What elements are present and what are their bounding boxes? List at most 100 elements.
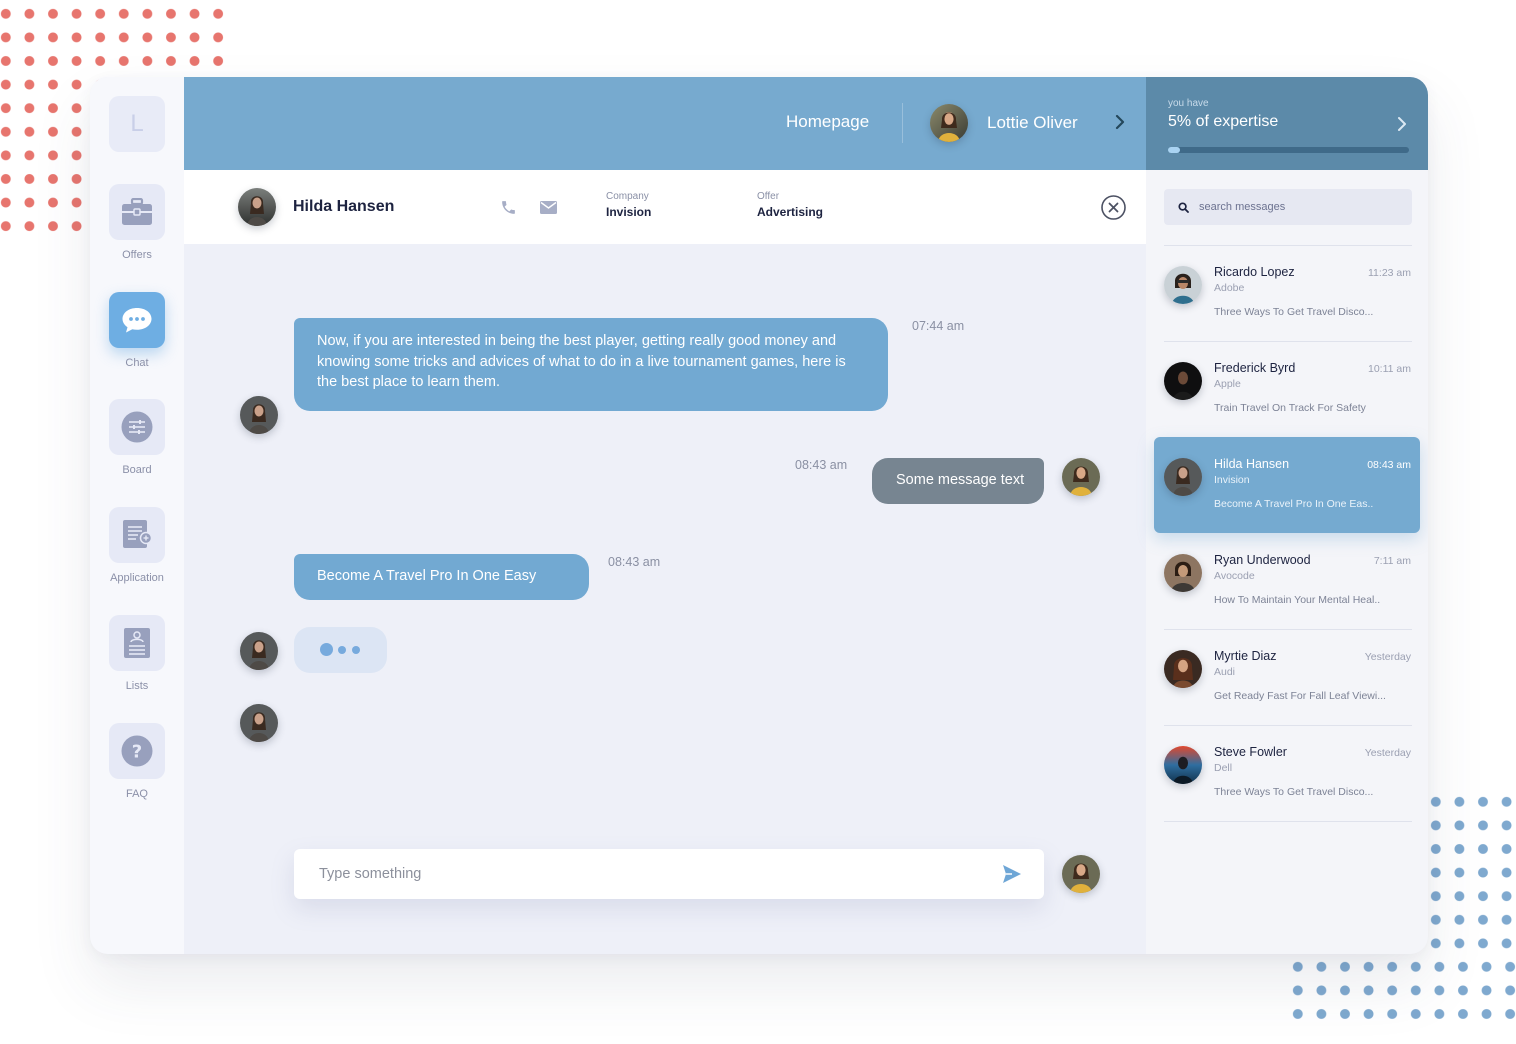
- top-bar-divider: [902, 103, 903, 143]
- document-add-icon: [123, 520, 153, 548]
- conversation-preview: Become A Travel Pro In One Eas..: [1214, 498, 1374, 510]
- current-user[interactable]: Lottie Oliver: [930, 104, 1078, 142]
- current-user-name: Lottie Oliver: [987, 113, 1078, 132]
- sliders-icon: [121, 411, 153, 443]
- conversation-item[interactable]: Ricardo Lopez Adobe Three Ways To Get Tr…: [1154, 245, 1420, 341]
- chevron-right-icon[interactable]: [1396, 115, 1408, 133]
- conversation-name: Myrtie Diaz: [1214, 649, 1277, 663]
- svg-text:?: ?: [132, 742, 142, 763]
- conversation-name: Hilda Hansen: [1214, 457, 1290, 471]
- typing-indicator: [294, 627, 387, 673]
- nav-faq[interactable]: ? FAQ: [90, 723, 184, 800]
- conversation-time: 08:43 am: [1367, 459, 1411, 471]
- message-bubble-incoming: Become A Travel Pro In One Easy: [294, 554, 589, 600]
- search-icon: [1178, 202, 1189, 213]
- conversation-item[interactable]: Steve Fowler Dell Three Ways To Get Trav…: [1154, 725, 1420, 821]
- contact-header: Hilda Hansen Company Invision Offer Adve…: [184, 170, 1146, 244]
- conversation-item[interactable]: Frederick Byrd Apple Train Travel On Tra…: [1154, 341, 1420, 437]
- conversation-time: 7:11 am: [1373, 555, 1411, 567]
- nav-offers-label: Offers: [122, 249, 152, 261]
- typing-dot: [320, 643, 333, 656]
- expertise-progress-bar: [1168, 147, 1409, 153]
- conversation-avatar: [1164, 650, 1202, 688]
- typing-dot: [352, 645, 360, 654]
- expertise-panel[interactable]: you have 5% of expertise: [1146, 77, 1428, 170]
- company-info: Company Invision: [606, 191, 651, 219]
- conversation-avatar: [1164, 362, 1202, 400]
- conversation-preview: Three Ways To Get Travel Disco...: [1214, 306, 1374, 318]
- conversation-company: Audi: [1214, 666, 1236, 678]
- message-bubble-incoming: Now, if you are interested in being the …: [294, 318, 888, 411]
- nav-chat-label: Chat: [125, 357, 149, 369]
- conversation-item[interactable]: Myrtie Diaz Audi Get Ready Fast For Fall…: [1154, 629, 1420, 725]
- contact-name: Hilda Hansen: [293, 198, 395, 215]
- decorative-blue-dots: [1424, 790, 1516, 956]
- conversation-avatar: [1164, 266, 1202, 304]
- message-composer: [294, 849, 1044, 899]
- id-card-icon: [124, 628, 150, 658]
- app-logo[interactable]: L: [109, 96, 165, 152]
- left-sidebar: L Offers Chat Board Application Lists ? …: [90, 77, 184, 954]
- nav-lists[interactable]: Lists: [90, 615, 184, 692]
- top-bar: Homepage Lottie Oliver: [184, 77, 1146, 170]
- conversation-time: 11:23 am: [1368, 267, 1411, 279]
- contact-avatar[interactable]: [238, 188, 276, 226]
- message-input[interactable]: [294, 849, 984, 899]
- expertise-caption: you have: [1168, 98, 1209, 109]
- divider: [1164, 821, 1412, 822]
- chat-thread: Now, if you are interested in being the …: [184, 244, 1146, 954]
- nav-chat[interactable]: Chat: [90, 292, 184, 369]
- conversation-company: Avocode: [1214, 570, 1255, 582]
- contact-avatar: [240, 396, 278, 434]
- phone-icon[interactable]: [500, 199, 517, 216]
- conversation-avatar: [1164, 554, 1202, 592]
- conversation-item[interactable]: Ryan Underwood Avocode How To Maintain Y…: [1154, 533, 1420, 629]
- chat-app-window: L Offers Chat Board Application Lists ? …: [90, 77, 1428, 954]
- offer-value: Advertising: [757, 205, 824, 219]
- current-user-avatar: [1062, 458, 1100, 496]
- nav-lists-label: Lists: [125, 680, 149, 692]
- offer-info: Offer Advertising: [757, 191, 823, 219]
- nav-faq-label: FAQ: [125, 788, 148, 800]
- conversation-item-active[interactable]: Hilda Hansen Invision Become A Travel Pr…: [1154, 437, 1420, 533]
- conversation-company: Adobe: [1214, 282, 1245, 294]
- company-label: Company: [606, 191, 649, 202]
- contact-avatar: [240, 704, 278, 742]
- message-time: 08:43 am: [795, 458, 848, 472]
- current-user-avatar: [930, 104, 968, 142]
- expertise-label: 5% of expertise: [1168, 113, 1279, 130]
- nav-offers[interactable]: Offers: [90, 184, 184, 261]
- conversation-name: Ryan Underwood: [1214, 553, 1311, 567]
- current-user-avatar: [1062, 855, 1100, 893]
- homepage-link[interactable]: Homepage: [786, 112, 869, 132]
- briefcase-icon: [122, 198, 152, 225]
- contact-avatar: [240, 632, 278, 670]
- company-value: Invision: [606, 205, 652, 219]
- send-icon[interactable]: [1002, 864, 1022, 884]
- question-icon: ?: [121, 735, 153, 767]
- conversation-preview: Train Travel On Track For Safety: [1214, 402, 1366, 414]
- conversation-avatar: [1164, 458, 1202, 496]
- conversation-time: Yesterday: [1364, 651, 1411, 663]
- conversation-company: Apple: [1214, 378, 1241, 390]
- chevron-right-icon[interactable]: [1114, 113, 1126, 131]
- conversation-time: Yesterday: [1364, 747, 1411, 759]
- offer-label: Offer: [757, 191, 780, 202]
- message-bubble-outgoing: Some message text: [872, 458, 1044, 504]
- expertise-progress-fill: [1168, 147, 1181, 153]
- nav-application-label: Application: [110, 572, 164, 584]
- mail-icon[interactable]: [540, 201, 557, 214]
- search-bar: [1164, 189, 1412, 225]
- close-icon[interactable]: [1101, 195, 1126, 220]
- conversation-avatar: [1164, 746, 1202, 784]
- conversation-name: Frederick Byrd: [1214, 361, 1296, 375]
- nav-board[interactable]: Board: [90, 399, 184, 476]
- conversation-list-panel: Ricardo Lopez Adobe Three Ways To Get Tr…: [1146, 170, 1428, 954]
- message-time: 08:43 am: [608, 555, 661, 569]
- conversation-name: Ricardo Lopez: [1214, 265, 1295, 279]
- search-input[interactable]: [1199, 189, 1404, 225]
- conversation-preview: Get Ready Fast For Fall Leaf Viewi...: [1214, 690, 1386, 702]
- conversation-time: 10:11 am: [1368, 363, 1411, 375]
- nav-application[interactable]: Application: [90, 507, 184, 584]
- conversation-company: Invision: [1214, 474, 1250, 486]
